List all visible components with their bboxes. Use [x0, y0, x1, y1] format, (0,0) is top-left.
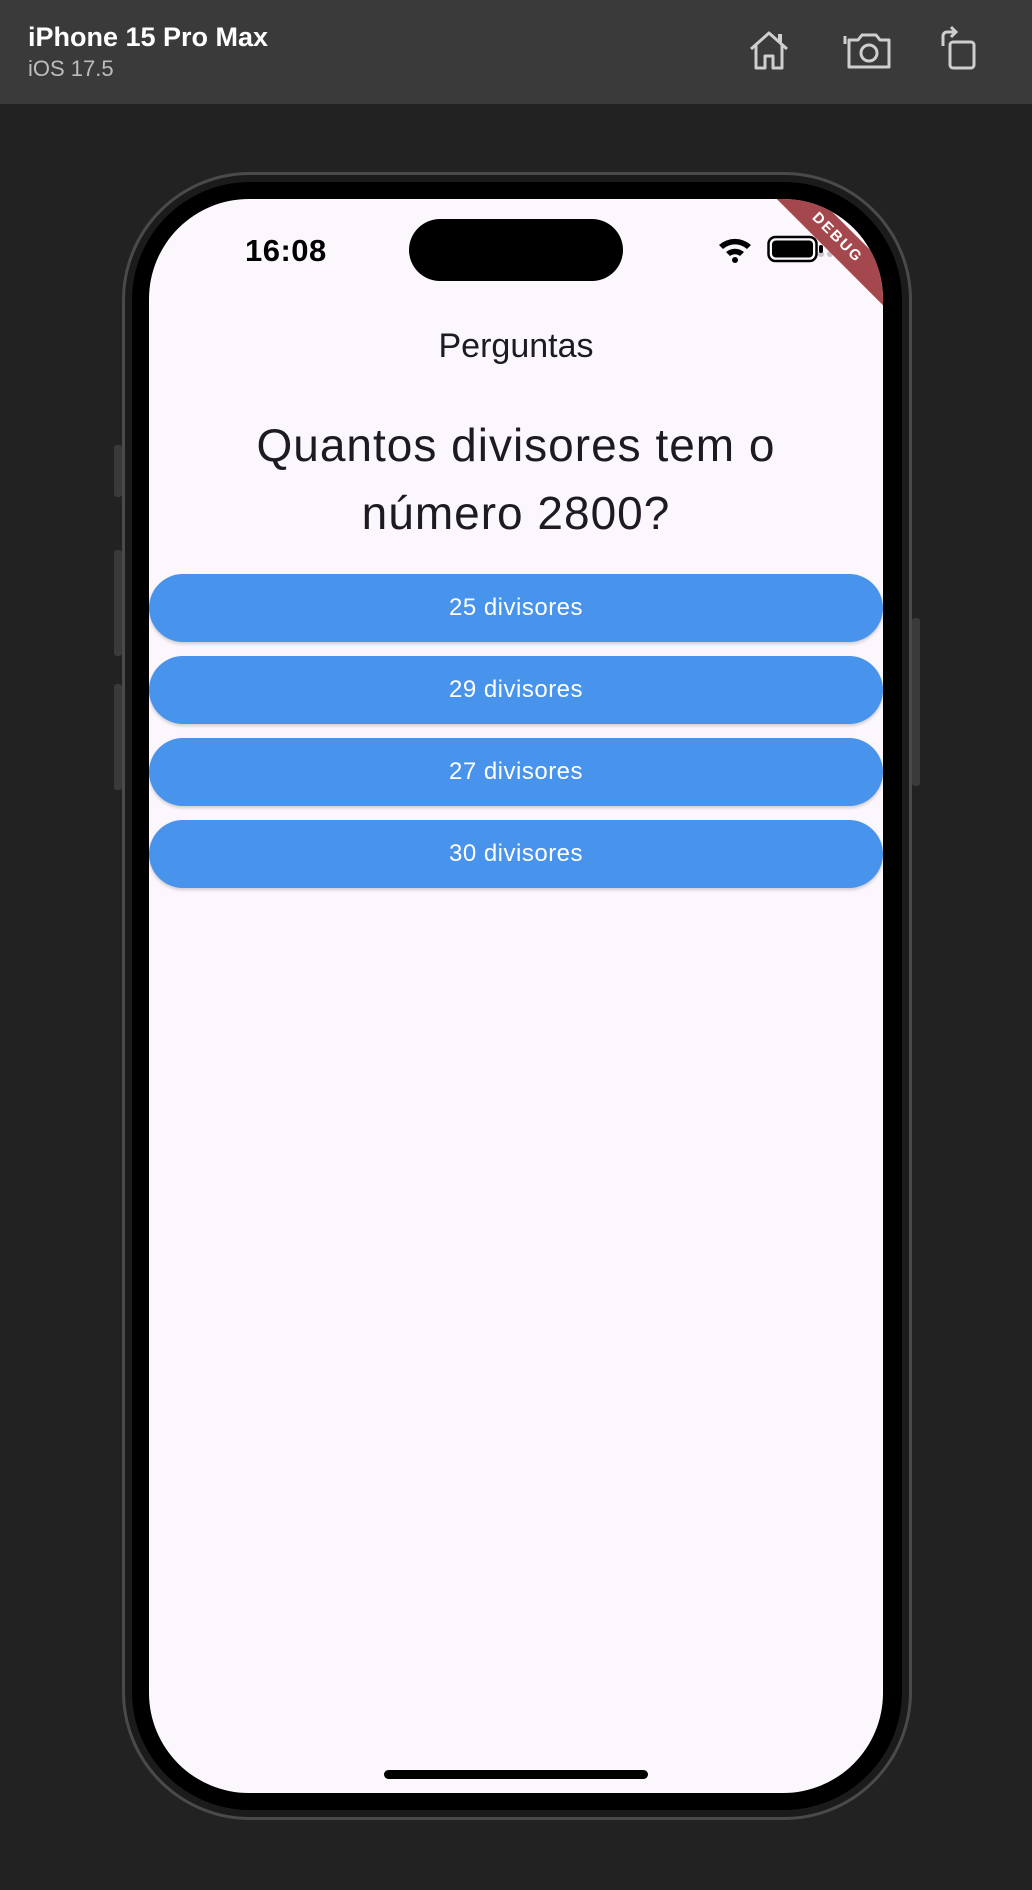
appbar-title: Perguntas — [438, 327, 594, 365]
answer-button-3[interactable]: 27 divisores — [149, 738, 883, 806]
action-button — [114, 445, 122, 497]
question-text: Quantos divisores tem o número 2800? — [256, 419, 776, 539]
dynamic-island — [409, 219, 623, 281]
answer-button-4[interactable]: 30 divisores — [149, 820, 883, 888]
home-icon[interactable] — [743, 24, 795, 76]
simulator-toolbar: iPhone 15 Pro Max iOS 17.5 — [0, 0, 1032, 104]
power-button — [912, 618, 920, 786]
answer-button-2[interactable]: 29 divisores — [149, 656, 883, 724]
status-time: 16:08 — [245, 233, 327, 268]
os-version: iOS 17.5 — [28, 56, 114, 81]
phone-screen: 16:08 DEBUG Perguntas Quantos divisores … — [149, 199, 883, 1793]
device-name: iPhone 15 Pro Max — [28, 22, 269, 52]
answer-button-1[interactable]: 25 divisores — [149, 574, 883, 642]
volume-up-button — [114, 550, 122, 656]
volume-down-button — [114, 684, 122, 790]
home-indicator[interactable] — [384, 1770, 648, 1779]
wifi-icon — [719, 238, 751, 263]
answer-list: 25 divisores 29 divisores 27 divisores 3… — [149, 574, 883, 902]
rotate-icon[interactable] — [933, 24, 985, 76]
screenshot-icon[interactable] — [843, 24, 895, 76]
